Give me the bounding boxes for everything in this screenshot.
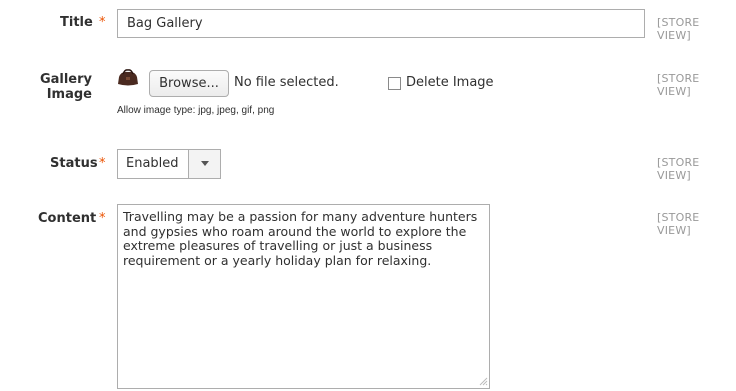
- status-scope-label: [STORE VIEW]: [657, 156, 700, 182]
- content-textarea[interactable]: Travelling may be a passion for many adv…: [117, 204, 490, 389]
- title-scope-label: [STORE VIEW]: [657, 16, 700, 42]
- status-required-mark: *: [99, 156, 106, 171]
- content-required-mark: *: [99, 211, 106, 226]
- file-status-text: No file selected.: [234, 75, 339, 90]
- title-required-mark: *: [99, 15, 106, 30]
- bag-thumbnail-icon: [118, 69, 138, 86]
- allowed-types-note: Allow image type: jpg, jpeg, gif, png: [117, 105, 275, 116]
- status-label: Status: [50, 156, 98, 171]
- status-select[interactable]: Enabled: [117, 149, 221, 179]
- browse-button[interactable]: Browse...: [149, 70, 229, 97]
- resize-grip-icon[interactable]: [479, 377, 488, 386]
- status-select-value: Enabled: [126, 156, 179, 171]
- title-input[interactable]: [117, 9, 645, 38]
- content-scope-label: [STORE VIEW]: [657, 211, 700, 237]
- gallery-image-label: Gallery Image: [39, 72, 92, 102]
- delete-image-checkbox[interactable]: [388, 77, 401, 90]
- chevron-down-icon[interactable]: [188, 150, 220, 178]
- content-label: Content: [38, 211, 97, 226]
- delete-image-label[interactable]: Delete Image: [406, 75, 494, 90]
- title-label: Title: [60, 15, 93, 30]
- gallery-image-scope-label: [STORE VIEW]: [657, 72, 700, 98]
